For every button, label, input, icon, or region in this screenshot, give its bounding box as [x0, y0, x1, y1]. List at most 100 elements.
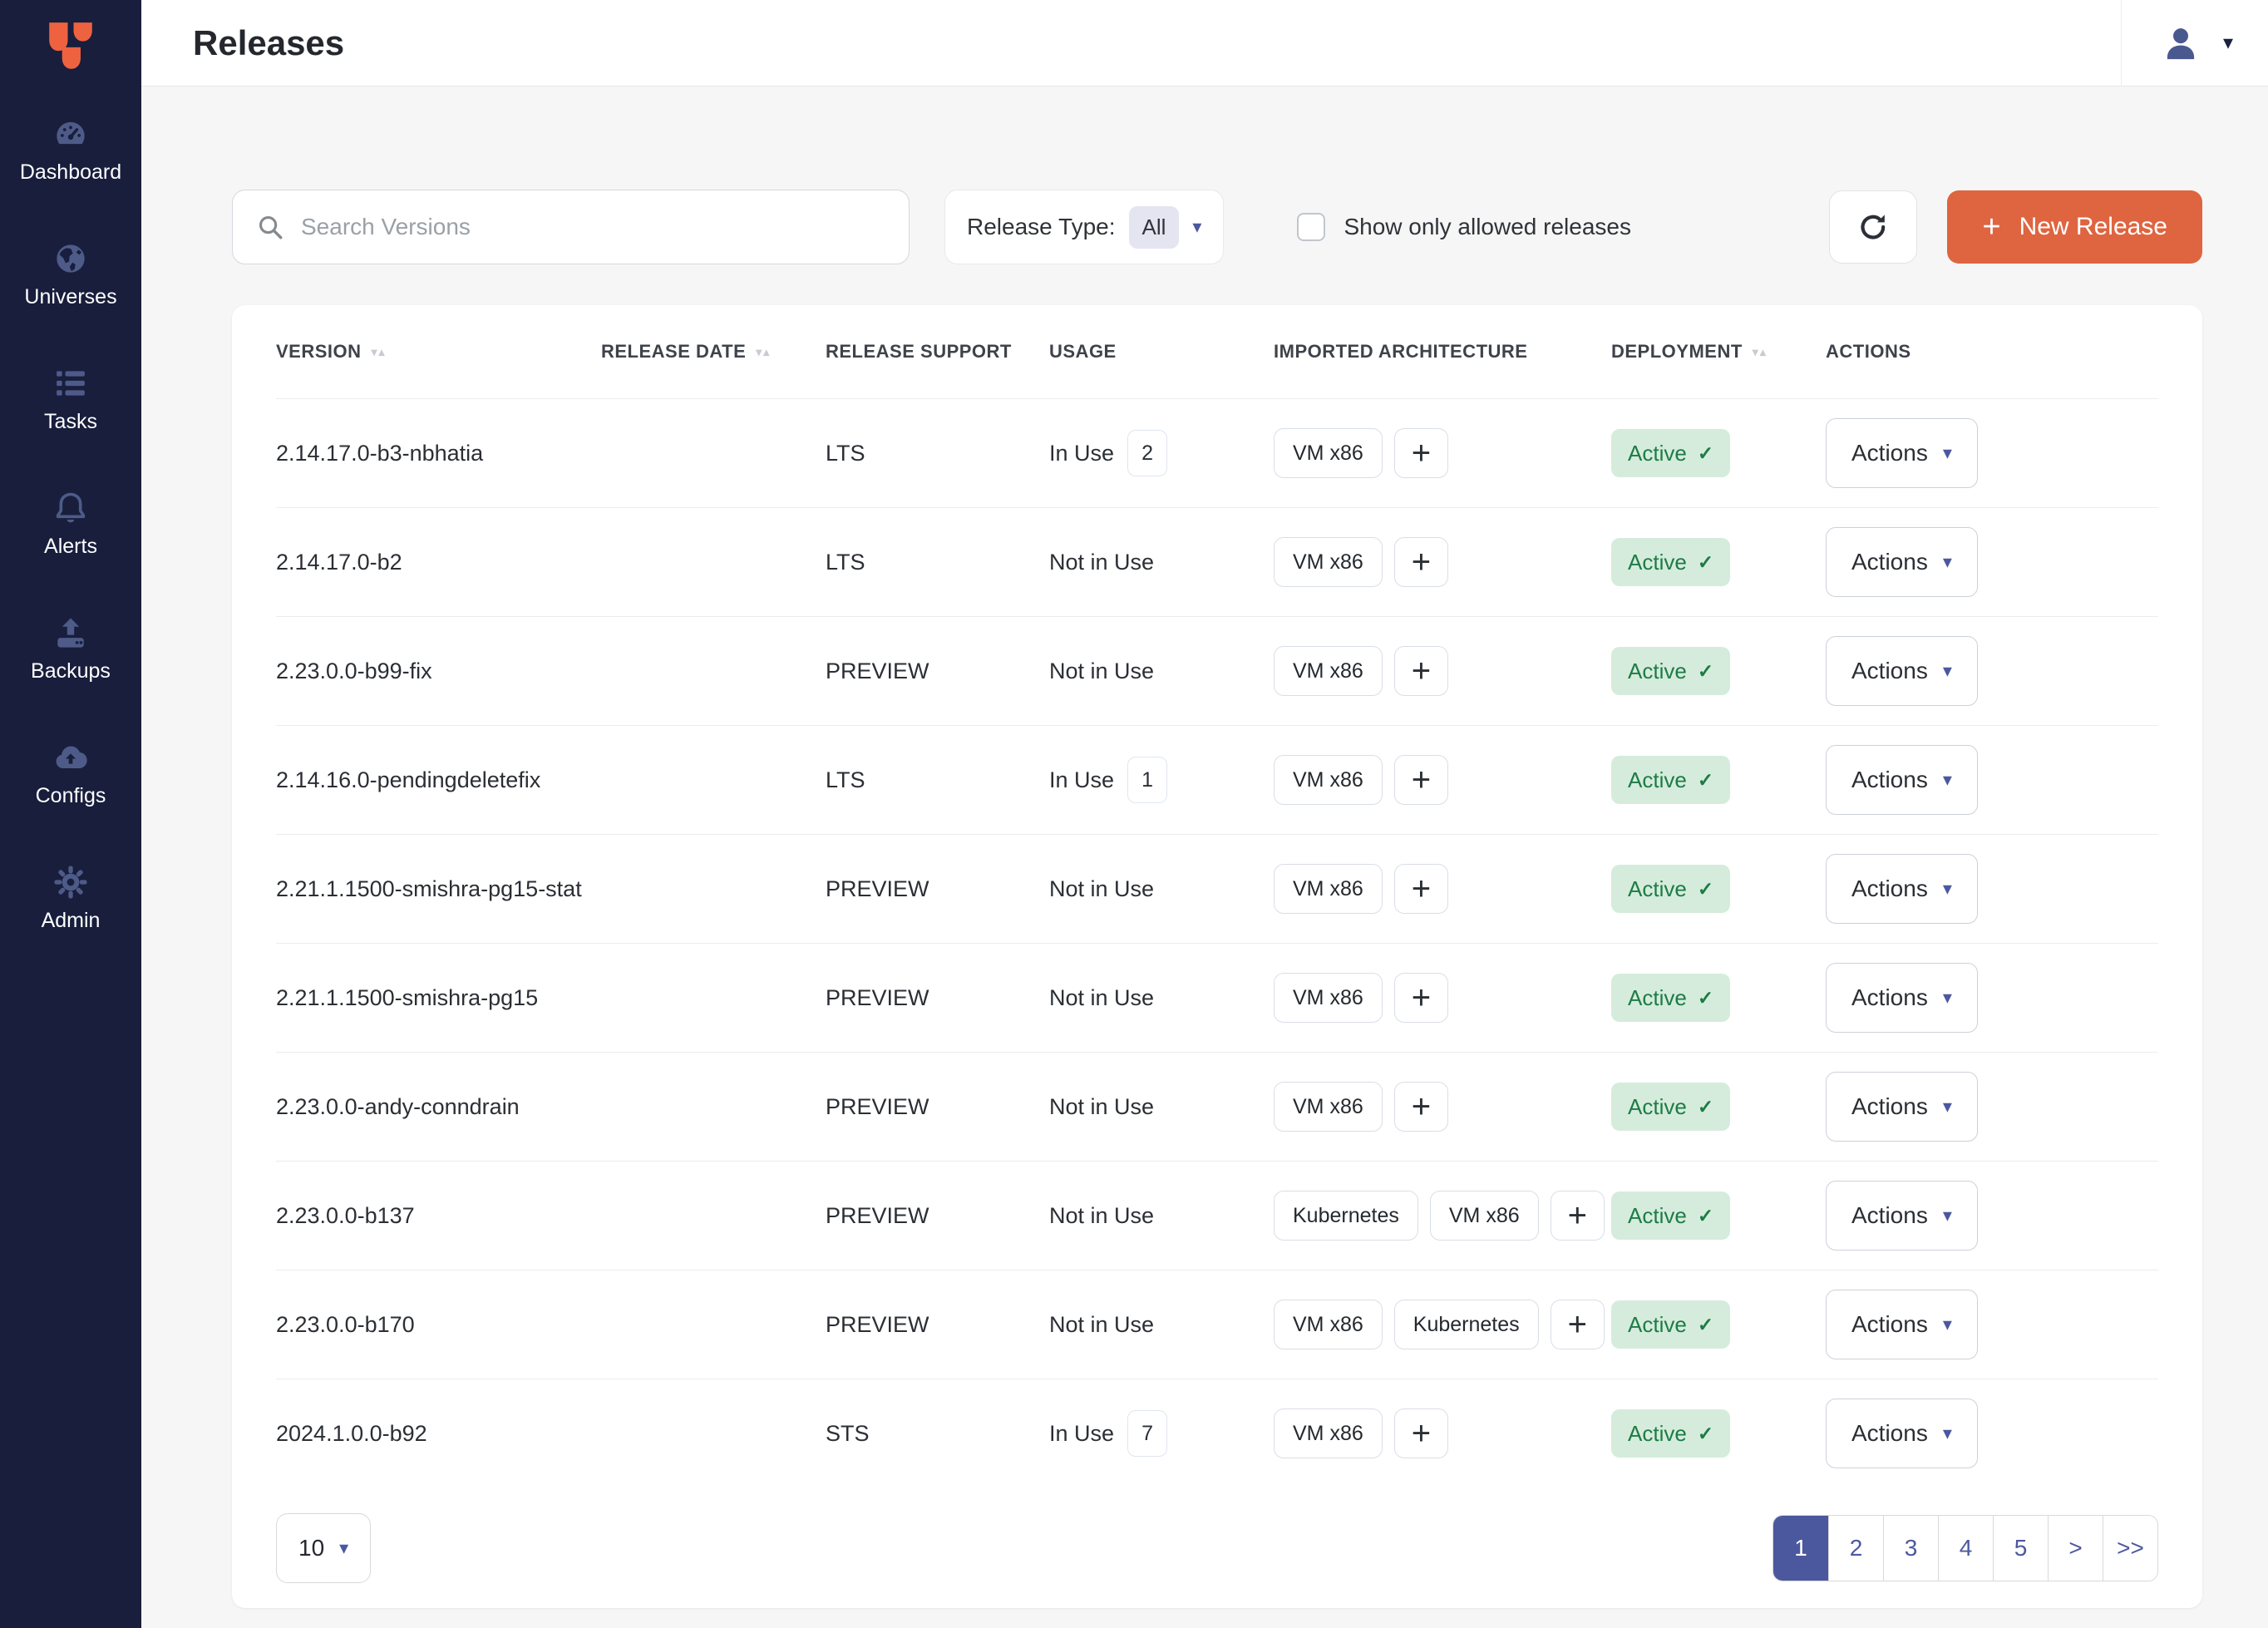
row-actions-button[interactable]: Actions ▾ — [1826, 963, 1978, 1033]
column-header-actions[interactable]: ACTIONS — [1826, 341, 2158, 363]
sidebar-item-backups[interactable]: Backups — [0, 614, 141, 683]
refresh-button[interactable] — [1829, 190, 1917, 264]
search-input[interactable] — [299, 213, 885, 241]
column-header-imported-architecture[interactable]: IMPORTED ARCHITECTURE — [1274, 341, 1611, 363]
imported-architecture-cell: VM x86+ — [1274, 973, 1611, 1023]
next-page-button[interactable]: > — [2048, 1516, 2103, 1581]
add-architecture-button[interactable]: + — [1551, 1191, 1605, 1241]
release-support-cell: PREVIEW — [826, 876, 1049, 902]
check-icon: ✓ — [1698, 987, 1713, 1009]
architecture-chip[interactable]: VM x86 — [1274, 864, 1383, 914]
architecture-chip[interactable]: VM x86 — [1274, 1408, 1383, 1458]
user-icon[interactable] — [2162, 24, 2200, 62]
sidebar-item-configs[interactable]: Configs — [0, 738, 141, 808]
architecture-chip[interactable]: VM x86 — [1274, 646, 1383, 696]
usage-cell: Not in Use — [1049, 985, 1274, 1011]
architecture-chip[interactable]: Kubernetes — [1394, 1300, 1539, 1349]
sidebar-item-universes[interactable]: Universes — [0, 239, 141, 309]
user-menu-chevron-down-icon[interactable]: ▾ — [2223, 31, 2233, 55]
row-actions-button[interactable]: Actions ▾ — [1826, 1181, 1978, 1251]
page-button-4[interactable]: 4 — [1938, 1516, 1993, 1581]
sidebar-item-alerts[interactable]: Alerts — [0, 489, 141, 559]
version-cell: 2.23.0.0-andy-conndrain — [276, 1094, 601, 1120]
column-header-release-date[interactable]: RELEASE DATE ▾▴ — [601, 341, 826, 363]
imported-architecture-cell: VM x86+ — [1274, 755, 1611, 805]
release-type-chevron-down-icon: ▾ — [1192, 216, 1201, 238]
add-architecture-button[interactable]: + — [1394, 1408, 1448, 1458]
row-actions-button[interactable]: Actions ▾ — [1826, 636, 1978, 706]
column-header-version[interactable]: VERSION ▾▴ — [276, 341, 601, 363]
actions-cell: Actions ▾ — [1826, 1181, 2158, 1251]
imported-architecture-cell: VM x86+ — [1274, 1408, 1611, 1458]
deployment-status-badge: Active ✓ — [1611, 865, 1730, 913]
actions-cell: Actions ▾ — [1826, 636, 2158, 706]
actions-chevron-down-icon: ▾ — [1943, 1423, 1952, 1444]
release-support-cell: LTS — [826, 441, 1049, 466]
imported-architecture-cell: VM x86+ — [1274, 537, 1611, 587]
sidebar-item-dashboard[interactable]: Dashboard — [0, 115, 141, 185]
row-actions-button[interactable]: Actions ▾ — [1826, 1290, 1978, 1359]
page-button-1[interactable]: 1 — [1773, 1516, 1828, 1581]
table-row: 2.23.0.0-b170 PREVIEW Not in Use VM x86K… — [276, 1270, 2158, 1379]
deployment-cell: Active ✓ — [1611, 756, 1826, 804]
row-actions-button[interactable]: Actions ▾ — [1826, 1072, 1978, 1142]
sidebar: Dashboard Universes Tasks Alerts Backups… — [0, 0, 141, 1628]
add-architecture-button[interactable]: + — [1394, 428, 1448, 478]
actions-chevron-down-icon: ▾ — [1943, 987, 1952, 1009]
column-header-deployment[interactable]: DEPLOYMENT ▾▴ — [1611, 341, 1826, 363]
add-architecture-button[interactable]: + — [1394, 537, 1448, 587]
row-actions-button[interactable]: Actions ▾ — [1826, 854, 1978, 924]
add-architecture-button[interactable]: + — [1394, 1082, 1448, 1132]
add-architecture-button[interactable]: + — [1394, 864, 1448, 914]
actions-cell: Actions ▾ — [1826, 745, 2158, 815]
sort-icons: ▾▴ — [372, 345, 387, 359]
table-row: 2.21.1.1500-smishra-pg15-stat PREVIEW No… — [276, 834, 2158, 943]
architecture-chip[interactable]: VM x86 — [1274, 537, 1383, 587]
check-icon: ✓ — [1698, 1205, 1713, 1227]
sidebar-item-admin[interactable]: Admin — [0, 863, 141, 933]
add-architecture-button[interactable]: + — [1394, 973, 1448, 1023]
architecture-chip[interactable]: VM x86 — [1274, 973, 1383, 1023]
imported-architecture-cell: VM x86+ — [1274, 864, 1611, 914]
release-support-cell: PREVIEW — [826, 985, 1049, 1011]
architecture-chip[interactable]: VM x86 — [1430, 1191, 1539, 1241]
version-cell: 2.14.16.0-pendingdeletefix — [276, 767, 601, 793]
add-architecture-button[interactable]: + — [1551, 1300, 1605, 1349]
new-release-button[interactable]: + New Release — [1947, 190, 2202, 264]
architecture-chip[interactable]: VM x86 — [1274, 1300, 1383, 1349]
deployment-cell: Active ✓ — [1611, 1300, 1826, 1349]
page-button-5[interactable]: 5 — [1993, 1516, 2048, 1581]
add-architecture-button[interactable]: + — [1394, 646, 1448, 696]
table-row: 2.21.1.1500-smishra-pg15 PREVIEW Not in … — [276, 943, 2158, 1052]
page-button-2[interactable]: 2 — [1828, 1516, 1883, 1581]
show-only-allowed-checkbox[interactable] — [1297, 213, 1325, 241]
actions-chevron-down-icon: ▾ — [1943, 442, 1952, 464]
last-page-button[interactable]: >> — [2103, 1516, 2157, 1581]
row-actions-button[interactable]: Actions ▾ — [1826, 1399, 1978, 1468]
page-button-3[interactable]: 3 — [1883, 1516, 1938, 1581]
table-row: 2.14.17.0-b2 LTS Not in Use VM x86+ Acti… — [276, 507, 2158, 616]
sidebar-nav: Dashboard Universes Tasks Alerts Backups… — [0, 115, 141, 933]
column-header-release-support[interactable]: RELEASE SUPPORT — [826, 341, 1049, 363]
architecture-chip[interactable]: VM x86 — [1274, 1082, 1383, 1132]
sidebar-item-tasks[interactable]: Tasks — [0, 364, 141, 434]
page-title: Releases — [193, 23, 2121, 63]
actions-chevron-down-icon: ▾ — [1943, 878, 1952, 900]
alerts-icon — [52, 489, 90, 527]
architecture-chip[interactable]: VM x86 — [1274, 755, 1383, 805]
architecture-chip[interactable]: Kubernetes — [1274, 1191, 1418, 1241]
column-header-usage[interactable]: USAGE — [1049, 341, 1274, 363]
actions-cell: Actions ▾ — [1826, 963, 2158, 1033]
add-architecture-button[interactable]: + — [1394, 755, 1448, 805]
table-footer: 10 ▾ 12345>>> — [276, 1487, 2158, 1608]
table-row: 2.23.0.0-b99-fix PREVIEW Not in Use VM x… — [276, 616, 2158, 725]
page-size-dropdown[interactable]: 10 ▾ — [276, 1513, 371, 1583]
release-type-dropdown[interactable]: Release Type: All ▾ — [944, 190, 1224, 264]
architecture-chip[interactable]: VM x86 — [1274, 428, 1383, 478]
yugabyte-logo-icon[interactable] — [43, 18, 98, 72]
usage-cell: Not in Use — [1049, 550, 1274, 575]
row-actions-button[interactable]: Actions ▾ — [1826, 527, 1978, 597]
row-actions-button[interactable]: Actions ▾ — [1826, 418, 1978, 488]
configs-icon — [52, 738, 90, 777]
row-actions-button[interactable]: Actions ▾ — [1826, 745, 1978, 815]
